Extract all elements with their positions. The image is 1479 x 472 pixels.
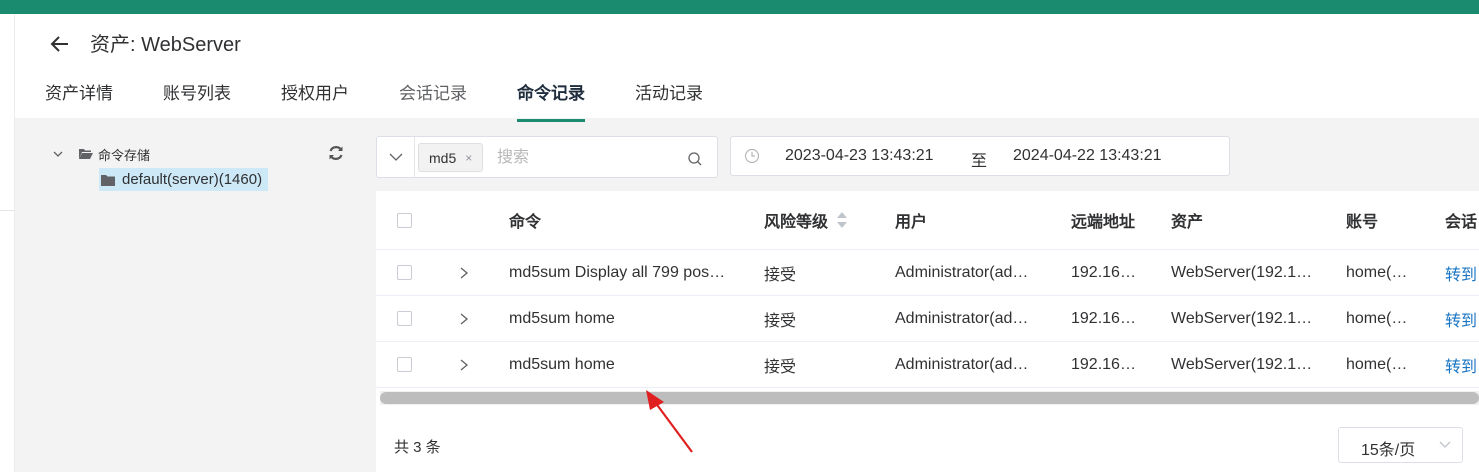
command-table: 命令 风险等级 用户 远端地址 资产 账号 会话 md5sum Display …: [376, 191, 1479, 472]
chevron-down-icon: [1439, 441, 1451, 448]
goto-session-link[interactable]: 转到: [1445, 342, 1479, 387]
tree-root[interactable]: 命令存储: [53, 145, 150, 163]
folder-open-icon: [79, 149, 93, 159]
select-all-checkbox[interactable]: [397, 191, 413, 249]
refresh-icon[interactable]: [327, 144, 345, 162]
table-header: 命令 风险等级 用户 远端地址 资产 账号 会话: [376, 191, 1479, 250]
tab-account-list[interactable]: 账号列表: [163, 80, 231, 118]
row-checkbox[interactable]: [397, 250, 413, 295]
tree-node-default-server[interactable]: default(server)(1460): [99, 168, 269, 191]
cell-command: md5sum home: [509, 355, 615, 373]
filter-tag: md5 ×: [418, 143, 484, 172]
page-title: 资产: WebServer: [90, 34, 241, 56]
column-header-account: 账号: [1346, 214, 1379, 231]
divider: [414, 137, 415, 177]
column-header-command: 命令: [509, 214, 542, 231]
row-checkbox[interactable]: [397, 296, 413, 341]
goto-session-link[interactable]: 转到: [1445, 296, 1479, 341]
search-filter-box[interactable]: md5 ×: [376, 136, 718, 178]
clock-icon: [744, 148, 760, 164]
cell-remote-addr: 192.16…: [1071, 263, 1136, 281]
search-input[interactable]: [497, 145, 677, 171]
back-arrow-icon[interactable]: [48, 32, 72, 56]
tab-activity-records[interactable]: 活动记录: [635, 80, 703, 118]
checkbox[interactable]: [397, 357, 412, 372]
scrollbar-thumb[interactable]: [380, 392, 1479, 404]
cell-asset: WebServer(192.1…: [1171, 355, 1313, 373]
horizontal-scrollbar[interactable]: [380, 391, 1479, 405]
cell-remote-addr: 192.16…: [1071, 309, 1136, 327]
cell-account: home(…: [1346, 309, 1408, 327]
column-header-remote-addr: 远端地址: [1071, 214, 1136, 231]
divider: [0, 210, 15, 211]
column-header-risk[interactable]: 风险等级: [764, 191, 884, 249]
cell-account: home(…: [1346, 355, 1408, 373]
cell-user: Administrator(ad…: [895, 309, 1029, 327]
tab-bar: 资产详情 账号列表 授权用户 会话记录 命令记录 活动记录: [45, 80, 753, 122]
sort-icon[interactable]: [836, 211, 848, 229]
search-icon[interactable]: [687, 151, 703, 167]
goto-session-link[interactable]: 转到: [1445, 250, 1479, 295]
table-row[interactable]: md5sum home 接受 Administrator(ad… 192.16……: [376, 296, 1479, 342]
date-end[interactable]: 2024-04-22 13:43:21: [1013, 147, 1162, 165]
date-start[interactable]: 2023-04-23 13:43:21: [785, 147, 934, 165]
cell-command: md5sum home: [509, 309, 615, 327]
tab-command-records[interactable]: 命令记录: [517, 80, 585, 122]
cell-risk: 接受: [764, 312, 797, 330]
cell-account: home(…: [1346, 263, 1408, 281]
page-size-value: 15条/页: [1361, 442, 1416, 459]
table-row[interactable]: md5sum home 接受 Administrator(ad… 192.16……: [376, 342, 1479, 388]
cell-user: Administrator(ad…: [895, 355, 1029, 373]
column-header-user: 用户: [895, 214, 928, 231]
expand-row-icon[interactable]: [459, 342, 473, 387]
cell-command: md5sum Display all 799 pos…: [509, 263, 726, 281]
cell-user: Administrator(ad…: [895, 263, 1029, 281]
row-checkbox[interactable]: [397, 342, 413, 387]
tab-session-records[interactable]: 会话记录: [399, 80, 467, 118]
filter-tag-label: md5: [429, 149, 457, 166]
tab-asset-detail[interactable]: 资产详情: [45, 80, 113, 118]
checkbox[interactable]: [397, 212, 412, 228]
cell-risk: 接受: [764, 358, 797, 376]
tag-close-icon[interactable]: ×: [465, 151, 472, 165]
column-header-session: 会话: [1445, 214, 1478, 231]
tab-authorized-users[interactable]: 授权用户: [281, 80, 349, 118]
column-header-risk-label: 风险等级: [764, 214, 829, 231]
tree-root-label: 命令存储: [98, 147, 151, 163]
chevron-down-icon[interactable]: [389, 152, 403, 162]
chevron-down-icon[interactable]: [53, 149, 63, 159]
expand-row-icon[interactable]: [459, 296, 473, 341]
total-count: 共 3 条: [394, 439, 441, 456]
expand-row-icon[interactable]: [459, 250, 473, 295]
date-separator: 至: [971, 153, 988, 170]
top-bar: [0, 0, 1479, 14]
checkbox[interactable]: [397, 311, 412, 326]
column-header-asset: 资产: [1171, 214, 1204, 231]
cell-asset: WebServer(192.1…: [1171, 309, 1313, 327]
date-range-picker[interactable]: 2023-04-23 13:43:21 至 2024-04-22 13:43:2…: [730, 136, 1230, 176]
annotation-arrow-icon: [646, 390, 693, 453]
page-size-select[interactable]: 15条/页: [1338, 427, 1463, 463]
checkbox[interactable]: [397, 265, 412, 280]
command-storage-tree: 命令存储 default(server)(1460): [15, 118, 360, 472]
cell-risk: 接受: [764, 266, 797, 284]
folder-icon: [101, 174, 115, 186]
table-row[interactable]: md5sum Display all 799 pos… 接受 Administr…: [376, 250, 1479, 296]
cell-remote-addr: 192.16…: [1071, 355, 1136, 373]
tree-node-label: default(server)(1460): [122, 171, 263, 188]
page-header: 资产: WebServer 资产详情 账号列表 授权用户 会话记录 命令记录 活…: [15, 14, 1479, 122]
left-nav-strip: [0, 14, 15, 472]
cell-asset: WebServer(192.1…: [1171, 263, 1313, 281]
